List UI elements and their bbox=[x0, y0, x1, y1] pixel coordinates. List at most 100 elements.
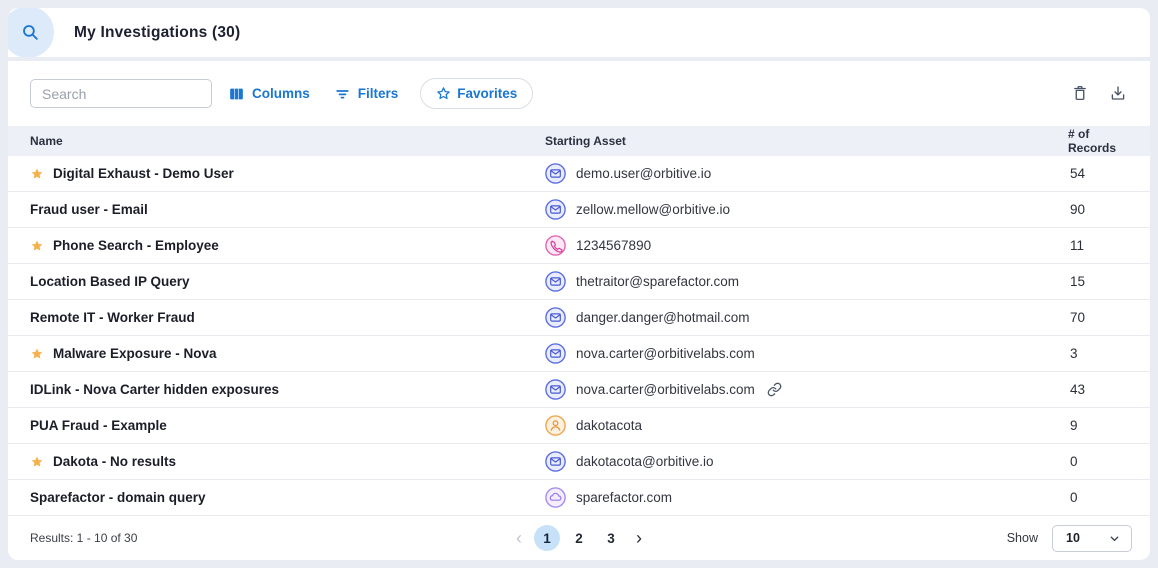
email-icon bbox=[545, 343, 566, 364]
records-value: 11 bbox=[1070, 238, 1085, 253]
asset-cell: demo.user@orbitive.io bbox=[545, 163, 1068, 184]
asset-cell: nova.carter@orbitivelabs.com bbox=[545, 343, 1068, 364]
asset-value: danger.danger@hotmail.com bbox=[576, 310, 750, 325]
name-cell: Fraud user - Email bbox=[30, 202, 545, 217]
download-button[interactable] bbox=[1108, 84, 1128, 104]
show-label: Show bbox=[1006, 531, 1038, 545]
download-icon bbox=[1111, 85, 1125, 100]
page-title: My Investigations (30) bbox=[74, 23, 241, 41]
columns-icon bbox=[230, 88, 243, 99]
email-icon bbox=[545, 451, 566, 472]
asset-cell: 1234567890 bbox=[545, 235, 1068, 256]
asset-value: thetraitor@sparefactor.com bbox=[576, 274, 740, 289]
table-row: Phone Search - Employee 1234567890 11 bbox=[8, 228, 1150, 264]
results-count-text: Results: 1 - 10 of 30 bbox=[30, 531, 138, 545]
investigation-name-link[interactable]: Fraud user - Email bbox=[30, 202, 148, 217]
delete-button[interactable] bbox=[1070, 84, 1090, 104]
table-row: PUA Fraud - Example dakotacota 9 bbox=[8, 408, 1150, 444]
star-outline-icon bbox=[437, 87, 451, 100]
investigation-name-link[interactable]: Dakota - No results bbox=[53, 454, 176, 469]
table-row: Sparefactor - domain query sparefactor.c… bbox=[8, 480, 1150, 516]
email-icon bbox=[545, 199, 566, 220]
asset-value: nova.carter@orbitivelabs.com bbox=[576, 346, 755, 361]
favorite-star-icon bbox=[30, 167, 44, 181]
domain-icon bbox=[545, 487, 566, 508]
columns-button[interactable]: Columns bbox=[228, 86, 310, 102]
investigations-page: My Investigations (30) Columns Filters F… bbox=[0, 0, 1158, 568]
search-input[interactable] bbox=[30, 79, 212, 108]
prev-page-button[interactable]: ‹ bbox=[510, 529, 528, 547]
columns-button-label: Columns bbox=[252, 86, 310, 101]
records-value: 54 bbox=[1070, 166, 1086, 181]
records-value: 70 bbox=[1070, 310, 1086, 325]
asset-cell: zellow.mellow@orbitive.io bbox=[545, 199, 1068, 220]
investigation-name-link[interactable]: Location Based IP Query bbox=[30, 274, 190, 289]
records-value: 90 bbox=[1070, 202, 1086, 217]
page-size-select[interactable]: 10 bbox=[1052, 524, 1132, 552]
table-header-row: Name Starting Asset # of Records bbox=[8, 126, 1150, 156]
table-row: Malware Exposure - Nova nova.carter@orbi… bbox=[8, 336, 1150, 372]
asset-cell: sparefactor.com bbox=[545, 487, 1068, 508]
name-cell: Digital Exhaust - Demo User bbox=[30, 166, 545, 181]
favorites-button-label: Favorites bbox=[457, 86, 518, 101]
page-button-2[interactable]: 2 bbox=[566, 525, 592, 551]
table-row: IDLink - Nova Carter hidden exposures no… bbox=[8, 372, 1150, 408]
favorites-filter-button[interactable]: Favorites bbox=[420, 78, 534, 109]
investigation-name-link[interactable]: Malware Exposure - Nova bbox=[53, 346, 217, 361]
table-body: Digital Exhaust - Demo User demo.user@or… bbox=[8, 156, 1150, 516]
asset-value: nova.carter@orbitivelabs.com bbox=[576, 382, 755, 397]
records-value: 9 bbox=[1070, 418, 1078, 433]
records-value: 3 bbox=[1070, 346, 1078, 361]
investigation-name-link[interactable]: Sparefactor - domain query bbox=[30, 490, 206, 505]
asset-value: dakotacota@orbitive.io bbox=[576, 454, 714, 469]
trash-icon bbox=[1074, 85, 1086, 100]
page-size-control: Show 10 bbox=[1006, 524, 1132, 552]
column-header-name[interactable]: Name bbox=[30, 134, 545, 148]
investigations-panel: Columns Filters Favorites Name bbox=[8, 61, 1150, 560]
name-cell: Remote IT - Worker Fraud bbox=[30, 310, 545, 325]
asset-value: 1234567890 bbox=[576, 238, 652, 253]
column-header-records[interactable]: # of Records bbox=[1068, 127, 1132, 155]
asset-value: demo.user@orbitive.io bbox=[576, 166, 712, 181]
email-icon bbox=[545, 163, 566, 184]
search-icon bbox=[22, 24, 38, 40]
pagination: ‹ 1 2 3 › bbox=[510, 525, 648, 551]
global-search-button[interactable] bbox=[8, 8, 54, 57]
investigation-name-link[interactable]: Remote IT - Worker Fraud bbox=[30, 310, 195, 325]
table-toolbar: Columns Filters Favorites bbox=[8, 61, 1150, 126]
name-cell: IDLink - Nova Carter hidden exposures bbox=[30, 382, 545, 397]
email-icon bbox=[545, 379, 566, 400]
investigation-name-link[interactable]: PUA Fraud - Example bbox=[30, 418, 167, 433]
page-size-value: 10 bbox=[1066, 531, 1080, 545]
favorite-star-icon bbox=[30, 347, 44, 361]
link-icon[interactable] bbox=[767, 382, 782, 397]
favorite-star-icon bbox=[30, 239, 44, 253]
name-cell: Location Based IP Query bbox=[30, 274, 545, 289]
favorite-star-icon bbox=[30, 455, 44, 469]
name-cell: Malware Exposure - Nova bbox=[30, 346, 545, 361]
page-button-3[interactable]: 3 bbox=[598, 525, 624, 551]
records-value: 15 bbox=[1070, 274, 1086, 289]
next-page-button[interactable]: › bbox=[630, 529, 648, 547]
table-row: Digital Exhaust - Demo User demo.user@or… bbox=[8, 156, 1150, 192]
investigation-name-link[interactable]: IDLink - Nova Carter hidden exposures bbox=[30, 382, 279, 397]
filter-icon bbox=[336, 89, 349, 99]
filters-button[interactable]: Filters bbox=[334, 86, 398, 102]
investigation-name-link[interactable]: Digital Exhaust - Demo User bbox=[53, 166, 234, 181]
column-header-starting-asset[interactable]: Starting Asset bbox=[545, 134, 1068, 148]
records-value: 43 bbox=[1070, 382, 1086, 397]
user-icon bbox=[545, 415, 566, 436]
name-cell: PUA Fraud - Example bbox=[30, 418, 545, 433]
email-icon bbox=[545, 271, 566, 292]
asset-cell: dakotacota@orbitive.io bbox=[545, 451, 1068, 472]
asset-cell: dakotacota bbox=[545, 415, 1068, 436]
asset-value: sparefactor.com bbox=[576, 490, 673, 505]
records-value: 0 bbox=[1070, 490, 1078, 505]
investigation-name-link[interactable]: Phone Search - Employee bbox=[53, 238, 219, 253]
name-cell: Phone Search - Employee bbox=[30, 238, 545, 253]
asset-cell: danger.danger@hotmail.com bbox=[545, 307, 1068, 328]
email-icon bbox=[545, 307, 566, 328]
asset-cell: nova.carter@orbitivelabs.com bbox=[545, 379, 1068, 400]
asset-cell: thetraitor@sparefactor.com bbox=[545, 271, 1068, 292]
page-button-1[interactable]: 1 bbox=[534, 525, 560, 551]
